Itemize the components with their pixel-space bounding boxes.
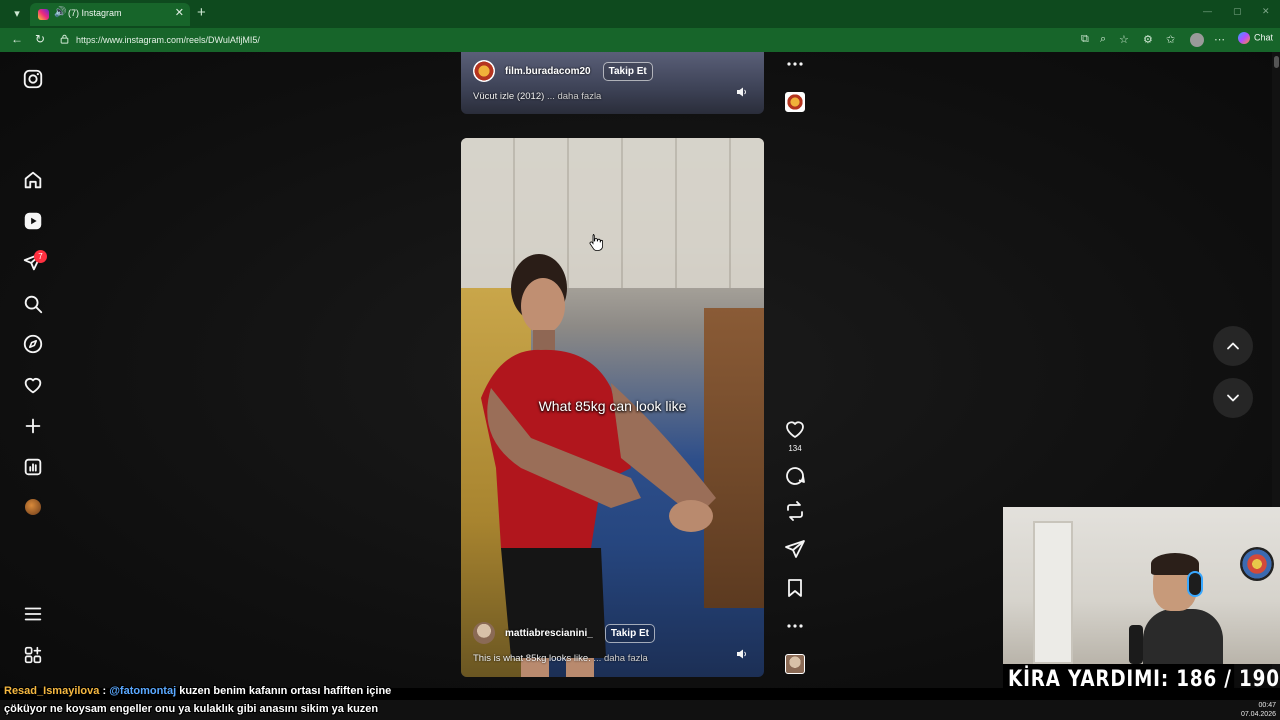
- more-link[interactable]: ... daha fazla: [547, 91, 601, 102]
- owner-avatar[interactable]: [473, 622, 495, 644]
- speaker-icon[interactable]: 🔊: [54, 7, 66, 18]
- new-tab-button[interactable]: +: [197, 4, 206, 21]
- previous-reel-button[interactable]: [1213, 326, 1253, 366]
- rent-goal-progress: 186 / 190: [1176, 667, 1280, 692]
- extensions-icon[interactable]: ⚙: [1143, 33, 1153, 46]
- like-count[interactable]: 134: [783, 444, 807, 453]
- chat-text: kuzen benim kafanın ortası hafiften için…: [179, 685, 392, 697]
- system-clock: 00:47 07.04.2026: [1241, 701, 1276, 719]
- more-options-icon[interactable]: [783, 52, 807, 76]
- hand-cursor-icon: [589, 234, 603, 251]
- video-overlay-text: What 85kg can look like: [538, 398, 687, 414]
- owner-username[interactable]: mattiabrescianini_: [505, 628, 593, 639]
- owner-username[interactable]: film.buradacom20: [505, 66, 591, 77]
- chat-message-line: Resad_Ismayilova : @fatomontaj kuzen ben…: [4, 685, 391, 697]
- reels-icon[interactable]: [22, 210, 44, 232]
- rent-goal-banner: KİRA YARDIMI: 186 / 190: [1003, 664, 1279, 696]
- volume-icon[interactable]: [736, 648, 748, 660]
- webcam-door: [1033, 521, 1073, 664]
- lock-icon: [60, 34, 69, 44]
- maximize-window-icon[interactable]: ▢: [1233, 6, 1242, 17]
- browser-profile-avatar[interactable]: [1190, 33, 1204, 47]
- next-reel-button[interactable]: [1213, 378, 1253, 418]
- chat-label: Chat: [1254, 32, 1274, 43]
- messages-notification-badge: 7: [34, 250, 47, 263]
- reel-caption[interactable]: This is what 85kg looks like. ... daha f…: [473, 653, 648, 664]
- settings-more-icon[interactable]: ⋯: [1214, 33, 1225, 46]
- zoom-icon[interactable]: ⌕: [1100, 33, 1106, 46]
- share-icon[interactable]: [783, 537, 807, 561]
- reel-caption[interactable]: Vücut izle (2012) ... daha fazla: [473, 91, 601, 102]
- close-window-icon[interactable]: ✕: [1262, 6, 1270, 17]
- follow-button[interactable]: Takip Et: [602, 61, 653, 81]
- reel-owner: film.buradacom20 Takip Et: [473, 60, 653, 82]
- instagram-logo-icon[interactable]: [22, 68, 44, 90]
- chat-separator: :: [99, 685, 107, 697]
- copilot-icon: [1238, 32, 1250, 44]
- webcam-overlay: [1003, 507, 1280, 664]
- explore-icon[interactable]: [22, 333, 44, 355]
- save-icon[interactable]: [783, 576, 807, 600]
- minimize-window-icon[interactable]: —: [1203, 6, 1212, 16]
- comment-icon[interactable]: [783, 464, 807, 488]
- instagram-favicon-icon: [38, 9, 49, 20]
- tab-title: (7) Instagram: [68, 8, 122, 18]
- follow-button[interactable]: Takip Et: [604, 623, 655, 643]
- webcam-microphone: [1129, 625, 1143, 664]
- apps-icon[interactable]: [22, 644, 44, 666]
- url-text: https://www.instagram.com/reels/DWulAflj…: [76, 35, 260, 45]
- tab-actions-menu-icon[interactable]: ▾: [8, 6, 26, 22]
- home-icon[interactable]: [22, 169, 44, 191]
- dashboard-icon[interactable]: [22, 456, 44, 478]
- clock-date: 07.04.2026: [1240, 711, 1276, 718]
- address-bar[interactable]: https://www.instagram.com/reels/DWulAflj…: [56, 31, 1102, 49]
- volume-icon[interactable]: [736, 86, 748, 98]
- more-link[interactable]: ... daha fazla: [593, 653, 647, 664]
- app-available-icon[interactable]: ⧉: [1081, 33, 1089, 46]
- chat-username: Resad_Ismayilova: [4, 685, 100, 697]
- more-menu-icon[interactable]: [22, 603, 44, 625]
- notifications-icon[interactable]: [22, 374, 44, 396]
- favorites-list-icon[interactable]: ✩: [1166, 33, 1175, 46]
- reel-card-previous[interactable]: film.buradacom20 Takip Et Vücut izle (20…: [461, 52, 764, 114]
- audio-thumbnail[interactable]: [785, 654, 805, 674]
- sidebar-nav: 7: [0, 52, 66, 688]
- reel-owner: mattiabrescianini_ Takip Et: [473, 622, 655, 644]
- search-icon[interactable]: [22, 293, 44, 315]
- browser-tab-bar: ▾ 🔊 (7) Instagram ✕ + — ▢ ✕: [0, 0, 1280, 28]
- webcam-streamer: [1143, 553, 1223, 664]
- close-tab-icon[interactable]: ✕: [175, 6, 184, 19]
- like-icon[interactable]: [783, 417, 807, 441]
- chat-message-line: çöküyor ne koysam engeller onu ya kulakl…: [4, 703, 379, 715]
- headset-icon: [1187, 571, 1203, 597]
- webcam-dartboard: [1240, 547, 1274, 581]
- clock-time: 00:47: [1258, 702, 1276, 709]
- rent-goal-label: KİRA YARDIMI:: [1008, 667, 1170, 692]
- caption-text: This is what 85kg looks like.: [473, 653, 591, 664]
- favorite-star-icon[interactable]: ☆: [1119, 33, 1129, 46]
- refresh-icon[interactable]: ↻: [35, 32, 45, 46]
- owner-avatar[interactable]: [473, 60, 495, 82]
- copilot-chat-button[interactable]: Chat: [1238, 32, 1273, 48]
- profile-avatar[interactable]: [25, 499, 41, 515]
- browser-tab-instagram[interactable]: 🔊 (7) Instagram ✕: [30, 3, 190, 26]
- chat-mention: @fatomontaj: [109, 685, 177, 697]
- scrollbar-thumb[interactable]: [1274, 56, 1279, 68]
- repost-icon[interactable]: [783, 499, 807, 523]
- reel-card-current[interactable]: What 85kg can look like mattiabrescianin…: [461, 138, 764, 677]
- browser-toolbar: ← ↻ https://www.instagram.com/reels/DWul…: [0, 28, 1280, 52]
- chevron-down-icon: [1227, 394, 1239, 402]
- stream-chat-overlay: Resad_Ismayilova : @fatomontaj kuzen ben…: [0, 683, 1000, 720]
- chevron-up-icon: [1227, 342, 1239, 350]
- caption-text: Vücut izle (2012): [473, 91, 545, 102]
- back-icon[interactable]: ←: [11, 32, 23, 46]
- more-options-icon[interactable]: [783, 614, 807, 638]
- create-icon[interactable]: [22, 415, 44, 437]
- audio-thumbnail[interactable]: [785, 92, 805, 112]
